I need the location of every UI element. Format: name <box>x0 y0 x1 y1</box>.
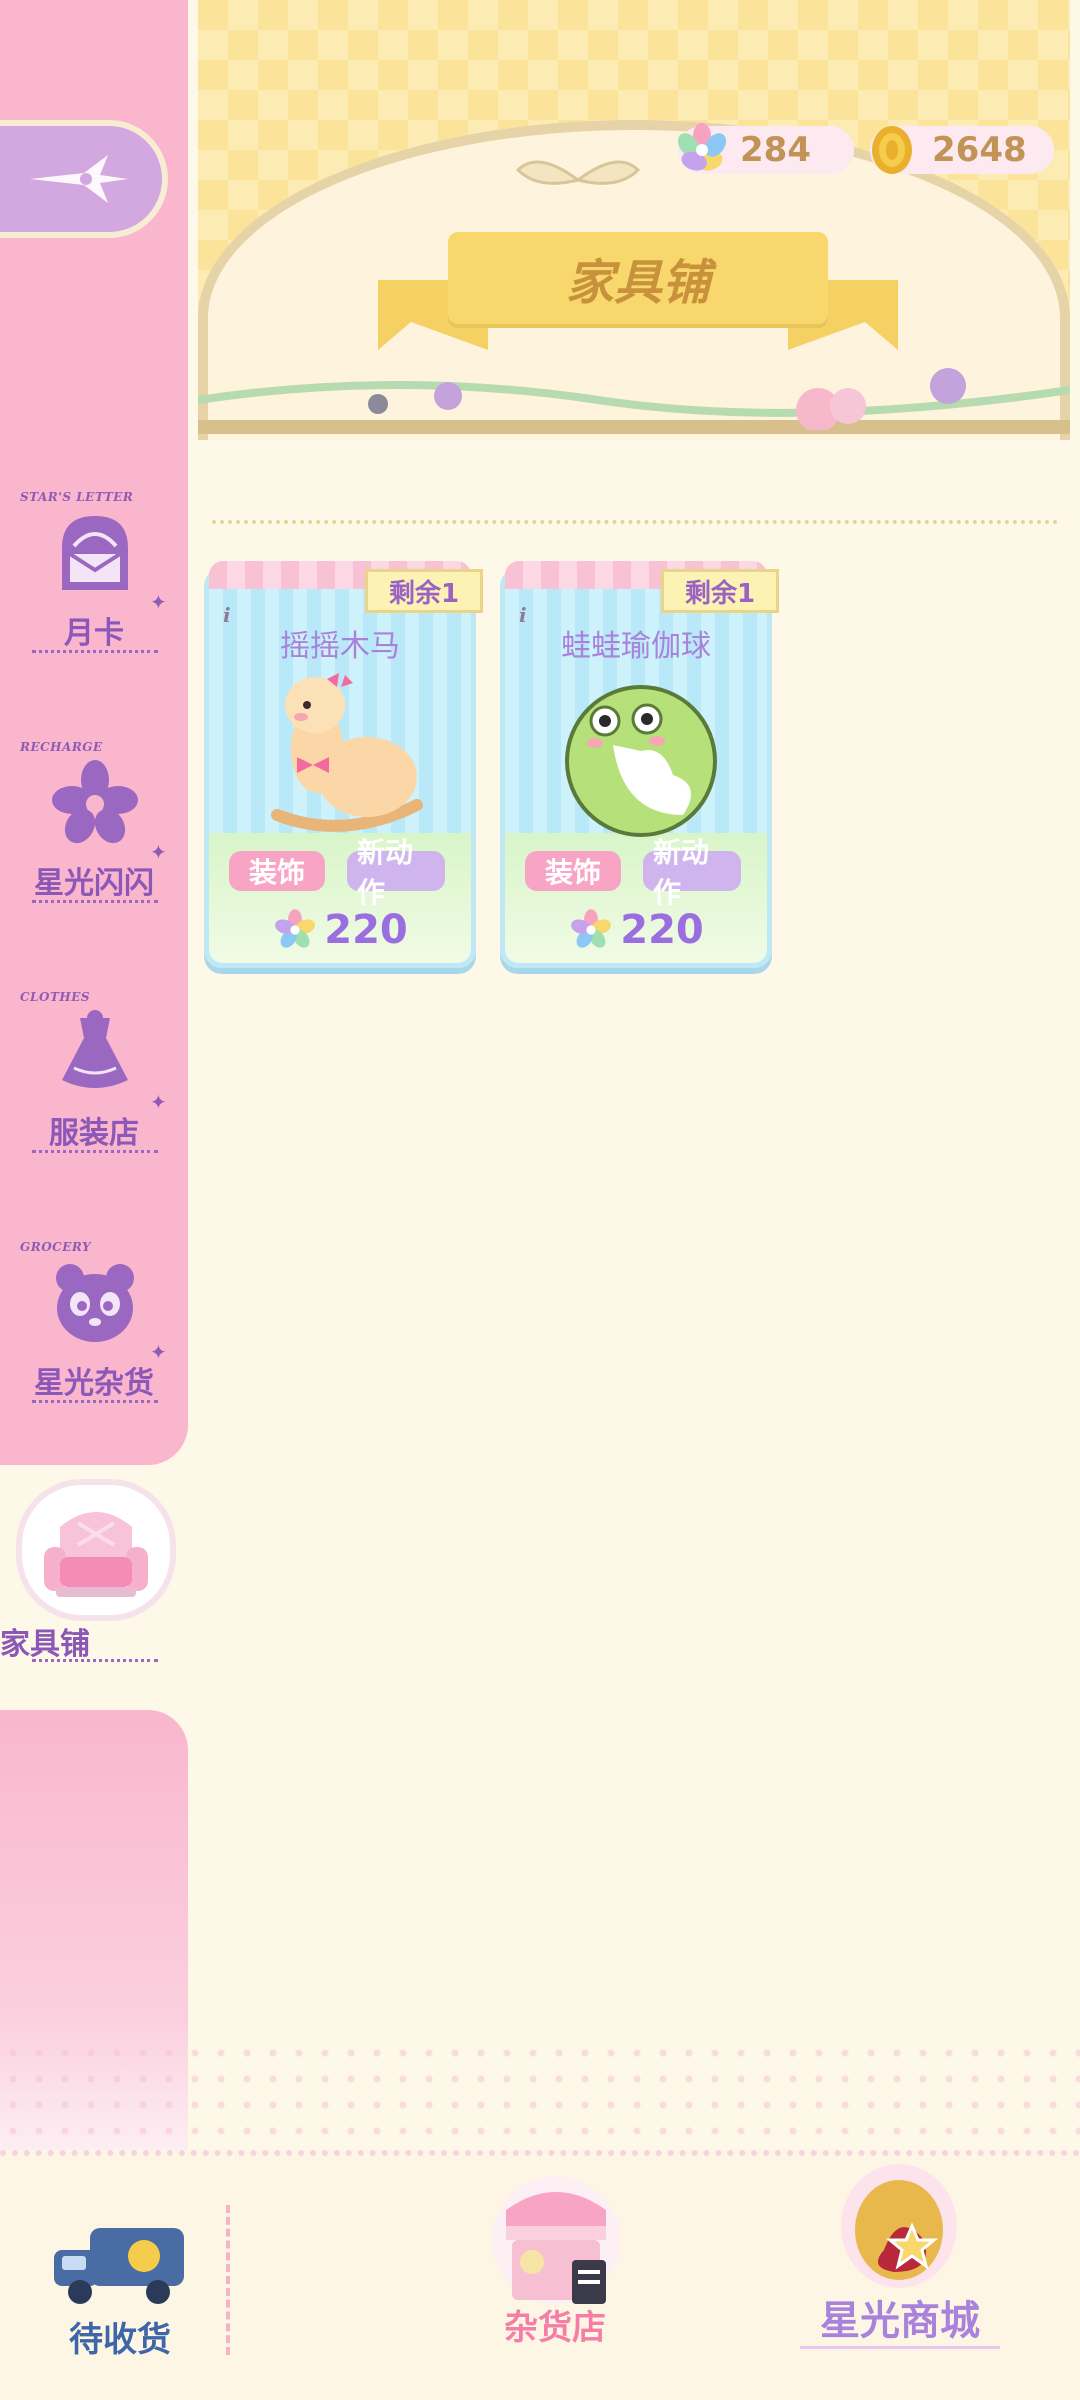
back-button[interactable] <box>0 120 168 238</box>
gold-coin-value: 2648 <box>932 130 1027 170</box>
remaining-badge: 剩余1 <box>661 569 779 613</box>
sidebar-item-tag: RECHARGE <box>20 740 103 754</box>
remaining-badge: 剩余1 <box>365 569 483 613</box>
page-title: 家具铺 <box>565 255 710 311</box>
star-gift-icon <box>841 2164 957 2288</box>
product-card[interactable]: 剩余1 i 摇摇木马 装饰 新动作 220 <box>204 561 483 968</box>
sidebar-item-tag: CLOTHES <box>20 990 91 1004</box>
buy-price[interactable]: 220 <box>505 907 767 953</box>
sidebar-item-monthly-card[interactable]: STAR'S LETTER ✦ 月卡 <box>0 490 188 670</box>
decoration-tag: 装饰 <box>525 851 621 891</box>
sidebar-item-grocery[interactable]: GROCERY ✦ 星光杂货 <box>0 1240 188 1420</box>
shop-banner: 家具铺 <box>198 0 1070 440</box>
starlight-mall-button[interactable]: 星光商城 <box>800 2160 1000 2360</box>
product-tags: 装饰 新动作 <box>229 836 445 909</box>
underline <box>800 2346 1000 2349</box>
sidebar-item-label: 星光闪闪 <box>34 866 154 901</box>
sidebar-item-label: 星光杂货 <box>34 1366 154 1401</box>
gold-coin-icon <box>872 126 912 174</box>
sofa-icon <box>44 1512 148 1597</box>
sidebar-item-label: 服装店 <box>49 1116 139 1151</box>
sidebar-item-recharge[interactable]: RECHARGE ✦ 星光闪闪 <box>0 740 188 920</box>
product-name: 蛙蛙瑜伽球 <box>561 629 711 664</box>
rocking-alpaca-icon <box>271 673 423 832</box>
panda-icon <box>56 1264 134 1342</box>
flower-icon <box>52 760 138 844</box>
new-action-tag: 新动作 <box>347 836 445 909</box>
rainbow-flower-icon <box>571 909 612 948</box>
divider <box>32 900 158 903</box>
sidebar-item-tag: STAR'S LETTER <box>20 490 134 504</box>
divider <box>32 1659 158 1662</box>
product-tags: 装饰 新动作 <box>525 836 741 909</box>
letter-icon <box>62 516 128 590</box>
product-card[interactable]: 剩余1 i 蛙蛙瑜伽球 装饰 新动作 220 <box>500 561 779 968</box>
decoration-tag: 装饰 <box>229 851 325 891</box>
grocery-store-button[interactable]: 杂货店 <box>470 2170 640 2350</box>
starlight-mall-label: 星光商城 <box>820 2298 980 2344</box>
pending-delivery-label: 待收货 <box>69 2320 171 2360</box>
sidebar-item-tag: GROCERY <box>20 1240 92 1254</box>
price-value: 220 <box>620 907 704 953</box>
frog-yoga-ball-icon <box>565 685 717 837</box>
price-value: 220 <box>324 907 408 953</box>
delivery-truck-icon <box>54 2228 184 2304</box>
back-arrow-icon <box>30 155 128 203</box>
divider <box>32 650 158 653</box>
bow-icon <box>515 160 641 185</box>
bottom-bar-separator <box>226 2205 230 2355</box>
sidebar-item-label: 家具铺 <box>0 1627 90 1662</box>
sidebar-item-label: 月卡 <box>64 616 124 651</box>
product-name: 摇摇木马 <box>280 629 400 664</box>
sidebar-item-furniture[interactable]: 家具铺 <box>0 1465 188 1665</box>
shop-title-ribbon: 家具铺 <box>448 232 828 324</box>
grocery-store-label: 杂货店 <box>504 2308 606 2348</box>
buy-price[interactable]: 220 <box>209 907 471 953</box>
divider <box>32 1150 158 1153</box>
star-gem-counter[interactable]: 284 <box>677 123 854 174</box>
section-divider <box>212 520 1058 524</box>
sidebar-item-clothes[interactable]: CLOTHES ✦ 服装店 <box>0 990 188 1170</box>
rainbow-flower-icon <box>275 909 316 948</box>
gold-coin-counter[interactable]: 2648 <box>870 126 1054 174</box>
new-action-tag: 新动作 <box>643 836 741 909</box>
dress-icon <box>62 1010 128 1088</box>
rainbow-flower-icon <box>677 123 727 171</box>
pending-delivery-button[interactable]: 待收货 <box>40 2220 200 2370</box>
grocery-stall-icon <box>492 2176 620 2304</box>
flower-decoration <box>198 368 1070 430</box>
divider <box>32 1400 158 1403</box>
star-gem-value: 284 <box>740 130 811 170</box>
